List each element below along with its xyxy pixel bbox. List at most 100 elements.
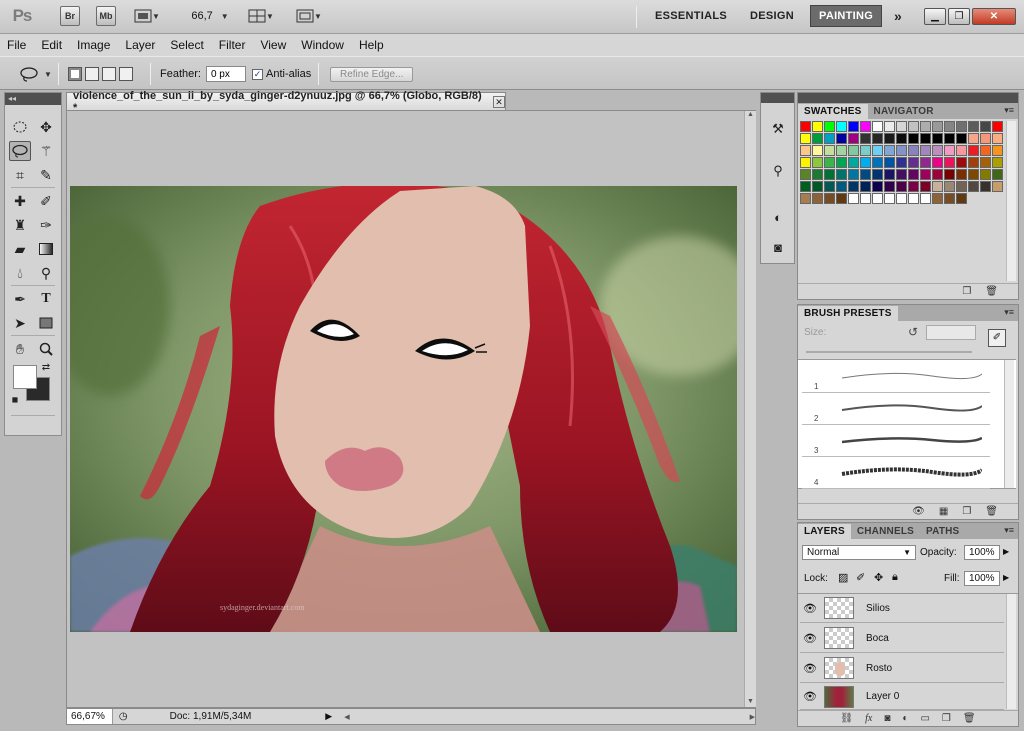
color-swatch[interactable] — [992, 145, 1003, 156]
add-to-selection-button[interactable] — [85, 67, 99, 81]
clone-source-icon[interactable]: ⚲ — [768, 161, 788, 181]
color-swatch[interactable] — [884, 169, 895, 180]
lock-position-icon[interactable]: ✥ — [874, 571, 883, 584]
color-swatch[interactable] — [848, 145, 859, 156]
color-swatch[interactable] — [812, 121, 823, 132]
swatches-panel-header[interactable] — [798, 93, 1018, 103]
blur-tool[interactable]: 💧︎ — [9, 263, 31, 283]
lock-all-icon[interactable]: 🔒︎ — [892, 571, 898, 584]
color-swatch[interactable] — [968, 121, 979, 132]
visibility-eye-icon[interactable]: 👁︎ — [800, 632, 820, 645]
visibility-eye-icon[interactable]: 👁︎ — [800, 602, 820, 615]
color-swatch[interactable] — [884, 157, 895, 168]
color-swatch[interactable] — [920, 133, 931, 144]
brush-preset-item[interactable]: 2 — [802, 394, 990, 425]
color-swatch[interactable] — [812, 181, 823, 192]
lasso-tool[interactable] — [9, 141, 31, 161]
color-swatch[interactable] — [860, 193, 871, 204]
panel-menu-icon[interactable]: ▾≡ — [1004, 105, 1014, 116]
color-swatch[interactable] — [920, 121, 931, 132]
type-tool[interactable]: T — [35, 289, 57, 309]
tab-navigator[interactable]: NAVIGATOR — [868, 104, 940, 119]
color-swatch[interactable] — [848, 193, 859, 204]
layer-row[interactable]: 👁︎ Rosto — [800, 654, 1004, 683]
document-canvas[interactable]: sydaginger.deviantart.com — [70, 186, 737, 632]
color-swatch[interactable] — [860, 133, 871, 144]
color-swatch[interactable] — [944, 169, 955, 180]
tab-brush-presets[interactable]: BRUSH PRESETS — [798, 306, 898, 321]
color-swatch[interactable] — [812, 145, 823, 156]
new-brush-icon[interactable]: ❐ — [962, 506, 971, 517]
color-swatch[interactable] — [956, 181, 967, 192]
color-swatch[interactable] — [800, 145, 811, 156]
brush-size-field[interactable] — [926, 325, 976, 340]
color-swatch[interactable] — [800, 121, 811, 132]
feather-input[interactable] — [205, 66, 246, 82]
layer-style-icon[interactable]: fx — [865, 713, 872, 724]
color-swatch[interactable] — [860, 169, 871, 180]
new-selection-button[interactable] — [68, 67, 82, 81]
color-swatch[interactable] — [896, 169, 907, 180]
scroll-down-icon[interactable]: ▼ — [745, 698, 756, 705]
fill-arrow-icon[interactable]: ▶ — [1003, 573, 1009, 582]
color-swatch[interactable] — [848, 181, 859, 192]
dodge-tool[interactable]: ⚲ — [35, 263, 57, 283]
menu-filter[interactable]: Filter — [219, 38, 246, 52]
color-swatch[interactable] — [956, 121, 967, 132]
color-swatch[interactable] — [860, 181, 871, 192]
workspace-painting[interactable]: PAINTING — [810, 5, 883, 27]
color-swatch[interactable] — [980, 121, 991, 132]
document-tab[interactable]: violence_of_the_sun_ii_by_syda_ginger-d2… — [66, 90, 506, 114]
color-swatch[interactable] — [908, 133, 919, 144]
menu-image[interactable]: Image — [77, 38, 110, 52]
color-swatch[interactable] — [872, 181, 883, 192]
visibility-eye-icon[interactable]: 👁︎ — [800, 690, 820, 703]
tab-paths[interactable]: PATHS — [920, 524, 965, 539]
color-swatch[interactable] — [944, 121, 955, 132]
more-workspaces-button[interactable]: » — [886, 5, 910, 27]
brush-size-slider[interactable] — [806, 351, 972, 353]
opacity-arrow-icon[interactable]: ▶ — [1003, 547, 1009, 556]
color-swatch[interactable] — [908, 169, 919, 180]
foreground-color-swatch[interactable] — [13, 365, 37, 389]
add-mask-icon[interactable]: ◙ — [884, 713, 890, 724]
color-swatch[interactable] — [812, 193, 823, 204]
color-swatch[interactable] — [884, 181, 895, 192]
view-extras-dropdown[interactable]: ▼ — [132, 6, 162, 26]
dock-strip-header[interactable] — [761, 93, 794, 103]
antialias-checkbox[interactable]: ✓ Anti-alias — [252, 65, 311, 83]
color-swatch[interactable] — [992, 169, 1003, 180]
horizontal-scroll-left-icon[interactable]: ◀ — [344, 713, 349, 721]
brush-preset-item[interactable]: 4 — [802, 458, 990, 489]
menu-edit[interactable]: Edit — [41, 38, 62, 52]
color-swatch[interactable] — [848, 133, 859, 144]
color-swatch[interactable] — [992, 133, 1003, 144]
menu-layer[interactable]: Layer — [125, 38, 155, 52]
close-button[interactable]: ✕ — [972, 8, 1016, 25]
color-swatch[interactable] — [944, 145, 955, 156]
color-swatch[interactable] — [824, 157, 835, 168]
bridge-button[interactable]: Br — [60, 6, 80, 26]
zoom-level-dropdown[interactable]: 66,7 ▼ — [188, 6, 232, 26]
default-colors-button[interactable]: ◼ — [9, 393, 21, 405]
color-swatch[interactable] — [884, 145, 895, 156]
menu-help[interactable]: Help — [359, 38, 384, 52]
horizontal-scroll-right-icon[interactable]: ▶ — [750, 713, 755, 721]
color-swatch[interactable] — [980, 181, 991, 192]
lock-transparent-icon[interactable]: ▨ — [838, 571, 848, 584]
color-swatch[interactable] — [872, 193, 883, 204]
color-swatch[interactable] — [980, 169, 991, 180]
restore-button[interactable]: ❐ — [948, 8, 970, 25]
color-swatch[interactable] — [968, 157, 979, 168]
crop-tool[interactable]: ⌗ — [9, 165, 31, 185]
color-swatch[interactable] — [836, 121, 847, 132]
color-swatch[interactable] — [896, 181, 907, 192]
color-swatch[interactable] — [932, 169, 943, 180]
adjustment-layer-icon[interactable]: ◐ — [902, 713, 908, 724]
color-swatch[interactable] — [992, 121, 1003, 132]
color-swatch[interactable] — [908, 145, 919, 156]
color-swatch[interactable] — [848, 157, 859, 168]
rectangle-tool[interactable] — [35, 313, 57, 333]
color-swatch[interactable] — [824, 121, 835, 132]
layer-row[interactable]: 👁︎ Boca — [800, 624, 1004, 653]
